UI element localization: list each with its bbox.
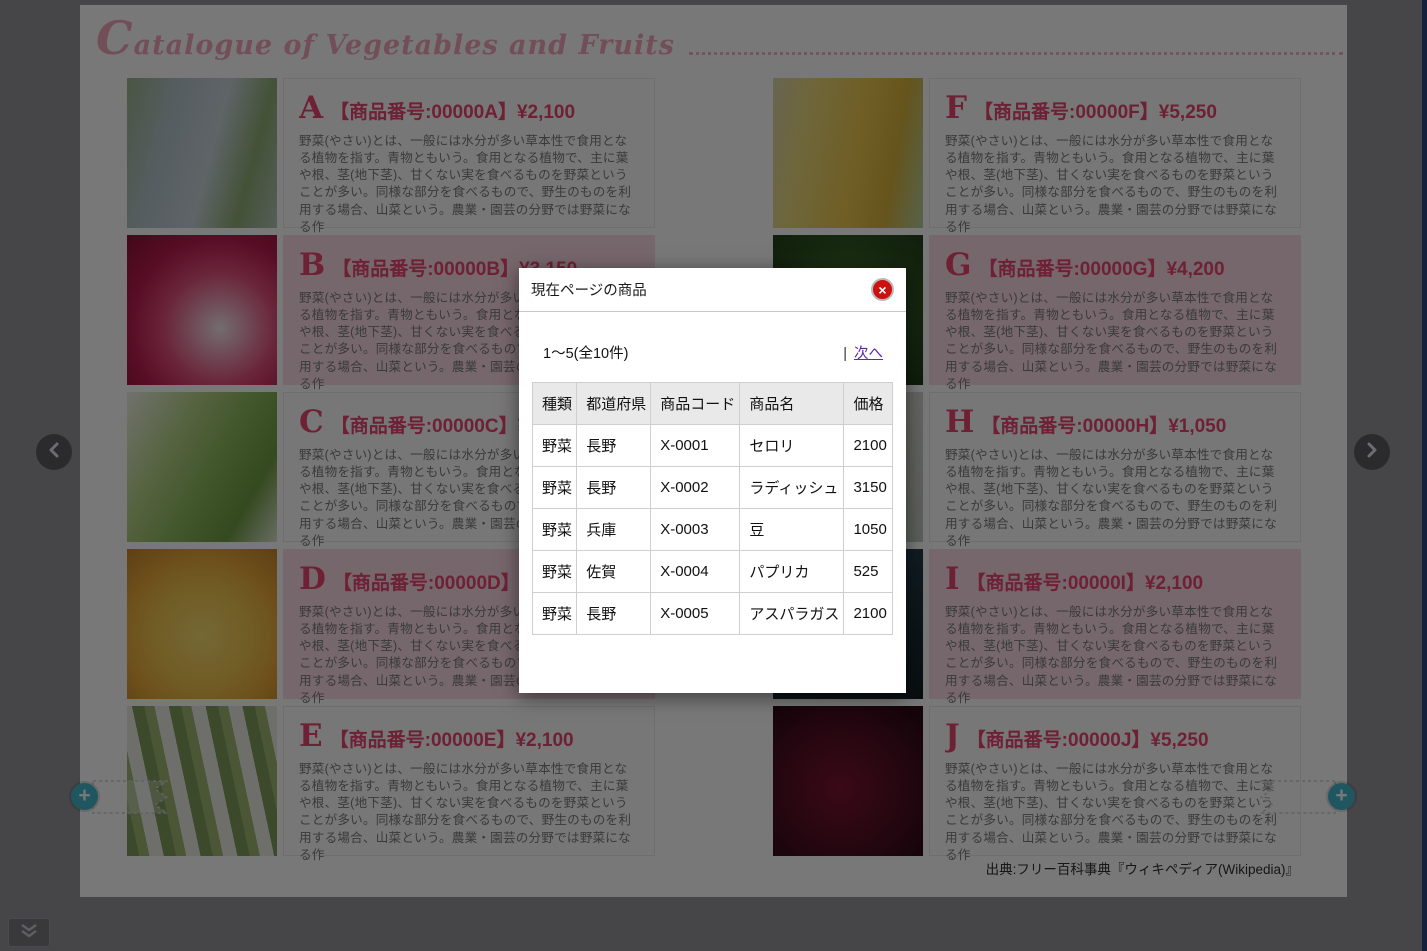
- table-cell-name: アスパラガス: [740, 593, 844, 635]
- header-cell-prefecture: 都道府県: [577, 383, 651, 425]
- table-cell-price: 2100: [844, 425, 893, 467]
- table-cell-name: 豆: [740, 509, 844, 551]
- table-cell-code: X-0005: [651, 593, 740, 635]
- table-cell-code: X-0004: [651, 551, 740, 593]
- table-row: 野菜 長野 X-0005 アスパラガス 2100: [533, 593, 893, 635]
- table-cell-price: 2100: [844, 593, 893, 635]
- header-cell-code: 商品コード: [651, 383, 740, 425]
- table-header-row: 種類 都道府県 商品コード 商品名 価格: [533, 383, 893, 425]
- table-cell-type: 野菜: [533, 593, 577, 635]
- table-cell-code: X-0002: [651, 467, 740, 509]
- table-cell-prefecture: 長野: [577, 593, 651, 635]
- pagination-controls: | 次へ: [843, 342, 883, 363]
- header-cell-type: 種類: [533, 383, 577, 425]
- table-cell-code: X-0003: [651, 509, 740, 551]
- table-cell-type: 野菜: [533, 509, 577, 551]
- table-cell-price: 3150: [844, 467, 893, 509]
- dialog-body: 1〜5(全10件) | 次へ 種類 都道府県 商品コード 商品名 価格 野菜 長野…: [519, 342, 906, 635]
- table-row: 野菜 長野 X-0002 ラディッシュ 3150: [533, 467, 893, 509]
- table-cell-price: 1050: [844, 509, 893, 551]
- table-row: 野菜 佐賀 X-0004 パプリカ 525: [533, 551, 893, 593]
- screen: Catalogue of Vegetables and Fruits A【商品番…: [0, 0, 1427, 951]
- table-cell-type: 野菜: [533, 467, 577, 509]
- pagination-separator: |: [843, 346, 847, 362]
- table-cell-prefecture: 兵庫: [577, 509, 651, 551]
- table-cell-name: ラディッシュ: [740, 467, 844, 509]
- table-cell-prefecture: 長野: [577, 425, 651, 467]
- table-cell-type: 野菜: [533, 551, 577, 593]
- dialog-header: 現在ページの商品 ×: [519, 268, 906, 312]
- table-cell-type: 野菜: [533, 425, 577, 467]
- pagination-range: 1〜5(全10件): [543, 342, 628, 363]
- header-cell-name: 商品名: [740, 383, 844, 425]
- next-page-link[interactable]: 次へ: [854, 346, 883, 362]
- table-cell-price: 525: [844, 551, 893, 593]
- pagination: 1〜5(全10件) | 次へ: [543, 342, 883, 363]
- products-dialog: 現在ページの商品 × 1〜5(全10件) | 次へ 種類 都道府県 商品コード 商…: [519, 268, 906, 693]
- table-cell-prefecture: 佐賀: [577, 551, 651, 593]
- table-row: 野菜 長野 X-0001 セロリ 2100: [533, 425, 893, 467]
- table-cell-code: X-0001: [651, 425, 740, 467]
- close-icon: ×: [878, 283, 886, 297]
- table-cell-name: セロリ: [740, 425, 844, 467]
- table-row: 野菜 兵庫 X-0003 豆 1050: [533, 509, 893, 551]
- dialog-title: 現在ページの商品: [531, 279, 647, 300]
- header-cell-price: 価格: [844, 383, 893, 425]
- products-table: 種類 都道府県 商品コード 商品名 価格 野菜 長野 X-0001 セロリ 21…: [532, 382, 893, 635]
- table-cell-prefecture: 長野: [577, 467, 651, 509]
- table-cell-name: パプリカ: [740, 551, 844, 593]
- close-button[interactable]: ×: [871, 278, 894, 301]
